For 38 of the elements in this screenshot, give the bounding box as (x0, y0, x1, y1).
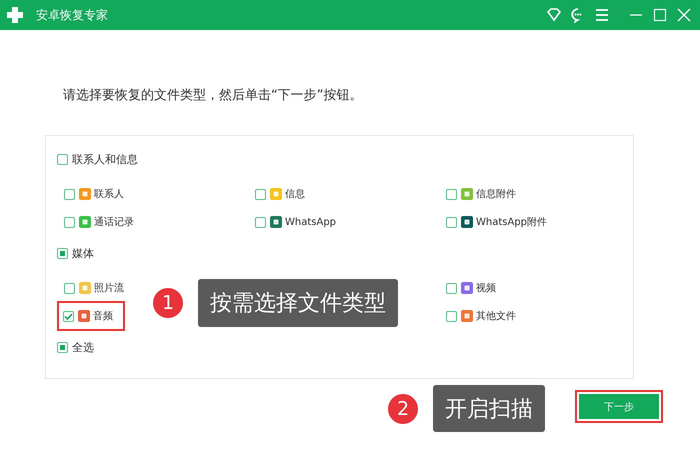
file-type-label: 信息 (285, 188, 305, 201)
select-all-label: 全选 (72, 340, 94, 354)
checkbox[interactable] (446, 282, 457, 294)
checkbox[interactable] (57, 248, 68, 258)
checkbox[interactable] (446, 310, 457, 322)
file-type-label: 照片流 (94, 282, 124, 295)
file-type-label: 音频 (93, 310, 113, 323)
file-type-label: 联系人 (94, 188, 124, 201)
checkbox[interactable] (57, 342, 68, 352)
file-type-label: WhatsApp (285, 216, 336, 228)
checkbox[interactable] (64, 188, 75, 200)
window-title: 安卓恢复专家 (36, 6, 109, 24)
maximize-icon[interactable] (652, 7, 668, 23)
next-button[interactable]: 下一步 (579, 394, 659, 419)
close-icon[interactable] (676, 7, 692, 23)
checkbox[interactable] (446, 188, 457, 200)
checkbox[interactable] (255, 188, 266, 200)
file-type-label: 视频 (476, 282, 496, 295)
plus-logo-icon (6, 6, 24, 24)
checkbox[interactable] (64, 216, 75, 228)
callout-tooltip: 开启扫描 (433, 385, 545, 432)
checkbox[interactable] (63, 310, 74, 322)
instruction-text: 请选择要恢复的文件类型，然后单击“下一步”按钮。 (63, 87, 364, 105)
file-type-label: 通话记录 (94, 216, 134, 229)
menu-icon[interactable] (594, 7, 610, 23)
checkbox[interactable] (64, 282, 75, 294)
file-type-label: WhatsApp附件 (476, 216, 548, 229)
step-number-badge: 2 (388, 394, 418, 424)
file-type-label: 其他文件 (476, 310, 516, 323)
checkbox[interactable] (57, 154, 68, 164)
file-type-label: 信息附件 (476, 188, 516, 201)
diamond-icon[interactable] (546, 7, 562, 23)
callout-tooltip: 按需选择文件类型 (198, 279, 398, 327)
group-label: 媒体 (72, 246, 94, 260)
step-number-badge: 1 (153, 288, 183, 318)
checkbox[interactable] (446, 216, 457, 228)
checkbox[interactable] (255, 216, 266, 228)
group-label: 联系人和信息 (72, 152, 138, 166)
